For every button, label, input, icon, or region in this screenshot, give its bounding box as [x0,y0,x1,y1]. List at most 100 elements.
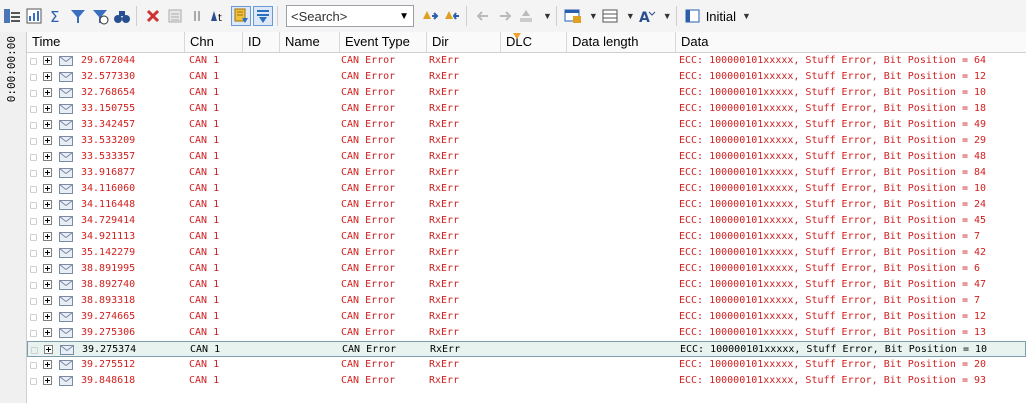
row-pin-icon[interactable] [30,90,37,97]
table-row[interactable]: 39.275306 CAN 1 CAN Error RxErr ECC: 1000001… [27,325,1026,341]
filter-sigma-icon[interactable]: Σ [46,6,66,26]
row-pin-icon[interactable] [30,122,37,129]
expand-plus-icon[interactable] [43,376,52,385]
row-pin-icon[interactable] [30,362,37,369]
find-next-icon[interactable] [420,6,440,26]
table-row[interactable]: 32.768654 CAN 1 CAN Error RxErr ECC: 1000001… [27,85,1026,101]
column-header-data-length[interactable]: Data length [567,32,676,52]
layout-label[interactable]: Initial [706,9,736,24]
column-header-chn[interactable]: Chn [185,32,243,52]
expand-plus-icon[interactable] [43,120,52,129]
find-binoculars-icon[interactable] [112,6,132,26]
table-row[interactable]: 34.729414 CAN 1 CAN Error RxErr ECC: 1000001… [27,213,1026,229]
back-arrow-icon[interactable] [473,6,493,26]
expand-plus-icon[interactable] [43,248,52,257]
row-pin-icon[interactable] [30,330,37,337]
row-pin-icon[interactable] [30,170,37,177]
column-header-id[interactable]: ID [243,32,280,52]
row-pin-icon[interactable] [30,266,37,273]
column-header-dir[interactable]: Dir [427,32,501,52]
expand-plus-icon[interactable] [43,56,52,65]
chevron-down-icon[interactable]: ▼ [541,6,552,26]
expand-plus-icon[interactable] [43,152,52,161]
table-row[interactable]: 34.116448 CAN 1 CAN Error RxErr ECC: 1000001… [27,197,1026,213]
expand-plus-icon[interactable] [43,104,52,113]
row-pin-icon[interactable] [30,202,37,209]
chevron-down-icon[interactable]: ▼ [740,6,751,26]
row-pin-icon[interactable] [30,106,37,113]
columns-icon[interactable] [600,6,620,26]
chevron-down-icon[interactable]: ▼ [661,6,672,26]
expand-plus-icon[interactable] [43,264,52,273]
row-pin-icon[interactable] [30,314,37,321]
table-row[interactable]: 39.275374 CAN 1 CAN Error RxErr ECC: 1000001… [27,341,1026,357]
marker-icon[interactable] [517,6,537,26]
forward-arrow-icon[interactable] [495,6,515,26]
table-row[interactable]: 32.577330 CAN 1 CAN Error RxErr ECC: 1000001… [27,69,1026,85]
search-input[interactable]: <Search> ▼ [286,5,414,27]
expand-plus-icon[interactable] [43,168,52,177]
delete-x-icon[interactable] [143,6,163,26]
expand-plus-icon[interactable] [43,200,52,209]
clear-icon[interactable] [165,6,185,26]
expand-plus-icon[interactable] [43,328,52,337]
table-row[interactable]: 33.533209 CAN 1 CAN Error RxErr ECC: 1000001… [27,133,1026,149]
trace-config-icon[interactable] [2,6,22,26]
display-mode-icon[interactable] [683,6,703,26]
chevron-down-icon[interactable]: ▼ [587,6,598,26]
column-header-dlc[interactable]: DLC [501,32,567,52]
expand-plus-icon[interactable] [43,280,52,289]
row-pin-icon[interactable] [30,154,37,161]
expand-plus-icon[interactable] [43,184,52,193]
column-header-time[interactable]: Time [27,32,185,52]
expand-plus-icon[interactable] [43,72,52,81]
column-header-name[interactable]: Name [280,32,340,52]
expand-plus-icon[interactable] [43,296,52,305]
table-row[interactable]: 29.672044 CAN 1 CAN Error RxErr ECC: 1000001… [27,53,1026,69]
table-row[interactable]: 39.274665 CAN 1 CAN Error RxErr ECC: 1000001… [27,309,1026,325]
row-pin-icon[interactable] [30,250,37,257]
row-pin-icon[interactable] [30,234,37,241]
row-pin-icon[interactable] [30,138,37,145]
table-row[interactable]: 38.893318 CAN 1 CAN Error RxErr ECC: 1000001… [27,293,1026,309]
expand-plus-icon[interactable] [43,360,52,369]
row-pin-icon[interactable] [30,282,37,289]
table-row[interactable]: 35.142279 CAN 1 CAN Error RxErr ECC: 1000001… [27,245,1026,261]
row-pin-icon[interactable] [30,298,37,305]
table-row[interactable]: 34.116060 CAN 1 CAN Error RxErr ECC: 1000001… [27,181,1026,197]
table-row[interactable]: 33.342457 CAN 1 CAN Error RxErr ECC: 1000001… [27,117,1026,133]
table-row[interactable]: 33.150755 CAN 1 CAN Error RxErr ECC: 1000001… [27,101,1026,117]
chevron-down-icon[interactable]: ▼ [624,6,635,26]
table-row[interactable]: 38.891995 CAN 1 CAN Error RxErr ECC: 1000001… [27,261,1026,277]
table-row[interactable]: 39.275512 CAN 1 CAN Error RxErr ECC: 1000001… [27,357,1026,373]
scroll-lock-icon[interactable] [231,6,251,26]
pause-icon[interactable] [187,6,207,26]
row-pin-icon[interactable] [30,58,37,65]
chronological-icon[interactable] [253,6,273,26]
expand-plus-icon[interactable] [44,345,53,354]
table-row[interactable]: 34.921113 CAN 1 CAN Error RxErr ECC: 1000001… [27,229,1026,245]
table-row[interactable]: 38.892740 CAN 1 CAN Error RxErr ECC: 1000001… [27,277,1026,293]
row-pin-icon[interactable] [30,378,37,385]
column-header-event-type[interactable]: Event Type [340,32,427,52]
column-header-data[interactable]: Data [676,32,1026,52]
expand-plus-icon[interactable] [43,312,52,321]
auto-time-icon[interactable]: t [209,6,229,26]
filter-funnel-icon[interactable] [68,6,88,26]
row-pin-icon[interactable] [31,347,38,354]
table-row[interactable]: 33.533357 CAN 1 CAN Error RxErr ECC: 1000001… [27,149,1026,165]
row-pin-icon[interactable] [30,74,37,81]
filter-funnel-remove-icon[interactable] [90,6,110,26]
statistics-icon[interactable] [24,6,44,26]
font-color-icon[interactable]: A [637,6,657,26]
expand-plus-icon[interactable] [43,216,52,225]
expand-plus-icon[interactable] [43,88,52,97]
chevron-down-icon[interactable]: ▼ [399,11,409,22]
row-pin-icon[interactable] [30,218,37,225]
table-row[interactable]: 33.916877 CAN 1 CAN Error RxErr ECC: 1000001… [27,165,1026,181]
window-layout-icon[interactable] [563,6,583,26]
table-row[interactable]: 39.848618 CAN 1 CAN Error RxErr ECC: 1000001… [27,373,1026,389]
column-filter-icon[interactable] [513,33,521,39]
expand-plus-icon[interactable] [43,232,52,241]
row-pin-icon[interactable] [30,186,37,193]
